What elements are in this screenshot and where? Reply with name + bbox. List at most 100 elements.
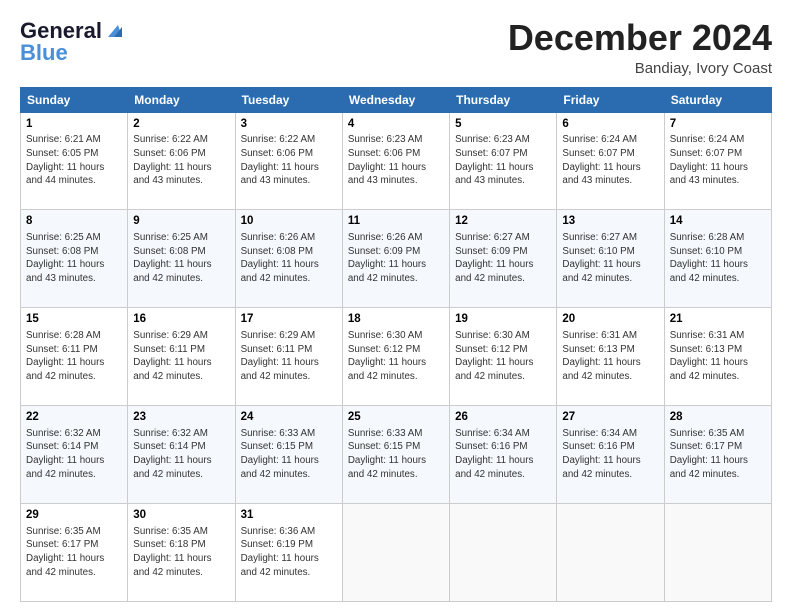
col-header-friday: Friday — [557, 87, 664, 112]
day-number: 7 — [670, 117, 766, 133]
day-info: Sunrise: 6:33 AM Sunset: 6:15 PM Dayligh… — [241, 427, 337, 482]
day-number: 1 — [26, 117, 122, 133]
day-number: 2 — [133, 117, 229, 133]
calendar-cell — [342, 504, 449, 602]
day-number: 25 — [348, 410, 444, 426]
day-info: Sunrise: 6:32 AM Sunset: 6:14 PM Dayligh… — [133, 427, 229, 482]
calendar-cell: 17Sunrise: 6:29 AM Sunset: 6:11 PM Dayli… — [235, 308, 342, 406]
day-number: 26 — [455, 410, 551, 426]
day-info: Sunrise: 6:28 AM Sunset: 6:10 PM Dayligh… — [670, 231, 766, 286]
calendar-cell: 16Sunrise: 6:29 AM Sunset: 6:11 PM Dayli… — [128, 308, 235, 406]
day-info: Sunrise: 6:29 AM Sunset: 6:11 PM Dayligh… — [241, 329, 337, 384]
calendar-cell: 18Sunrise: 6:30 AM Sunset: 6:12 PM Dayli… — [342, 308, 449, 406]
day-info: Sunrise: 6:21 AM Sunset: 6:05 PM Dayligh… — [26, 133, 122, 188]
day-number: 18 — [348, 312, 444, 328]
calendar-cell: 21Sunrise: 6:31 AM Sunset: 6:13 PM Dayli… — [664, 308, 771, 406]
calendar-cell — [450, 504, 557, 602]
col-header-monday: Monday — [128, 87, 235, 112]
day-info: Sunrise: 6:29 AM Sunset: 6:11 PM Dayligh… — [133, 329, 229, 384]
calendar-cell: 26Sunrise: 6:34 AM Sunset: 6:16 PM Dayli… — [450, 406, 557, 504]
day-info: Sunrise: 6:22 AM Sunset: 6:06 PM Dayligh… — [241, 133, 337, 188]
logo-icon — [104, 21, 122, 39]
title-block: December 2024 Bandiay, Ivory Coast — [508, 18, 772, 77]
day-number: 11 — [348, 214, 444, 230]
calendar-cell: 25Sunrise: 6:33 AM Sunset: 6:15 PM Dayli… — [342, 406, 449, 504]
calendar-cell: 8Sunrise: 6:25 AM Sunset: 6:08 PM Daylig… — [21, 210, 128, 308]
calendar-cell: 22Sunrise: 6:32 AM Sunset: 6:14 PM Dayli… — [21, 406, 128, 504]
day-number: 21 — [670, 312, 766, 328]
calendar-cell: 6Sunrise: 6:24 AM Sunset: 6:07 PM Daylig… — [557, 112, 664, 210]
logo: General Blue — [20, 18, 122, 66]
calendar-cell: 13Sunrise: 6:27 AM Sunset: 6:10 PM Dayli… — [557, 210, 664, 308]
day-number: 27 — [562, 410, 658, 426]
day-info: Sunrise: 6:34 AM Sunset: 6:16 PM Dayligh… — [562, 427, 658, 482]
month-title: December 2024 — [508, 18, 772, 58]
calendar-cell — [664, 504, 771, 602]
day-info: Sunrise: 6:35 AM Sunset: 6:17 PM Dayligh… — [670, 427, 766, 482]
calendar-cell: 29Sunrise: 6:35 AM Sunset: 6:17 PM Dayli… — [21, 504, 128, 602]
calendar-week-row: 8Sunrise: 6:25 AM Sunset: 6:08 PM Daylig… — [21, 210, 772, 308]
day-info: Sunrise: 6:35 AM Sunset: 6:18 PM Dayligh… — [133, 525, 229, 580]
day-number: 19 — [455, 312, 551, 328]
calendar-table: SundayMondayTuesdayWednesdayThursdayFrid… — [20, 87, 772, 602]
day-number: 28 — [670, 410, 766, 426]
calendar-cell: 20Sunrise: 6:31 AM Sunset: 6:13 PM Dayli… — [557, 308, 664, 406]
calendar-week-row: 22Sunrise: 6:32 AM Sunset: 6:14 PM Dayli… — [21, 406, 772, 504]
day-info: Sunrise: 6:25 AM Sunset: 6:08 PM Dayligh… — [133, 231, 229, 286]
day-number: 16 — [133, 312, 229, 328]
day-number: 22 — [26, 410, 122, 426]
calendar-cell: 1Sunrise: 6:21 AM Sunset: 6:05 PM Daylig… — [21, 112, 128, 210]
calendar-cell: 2Sunrise: 6:22 AM Sunset: 6:06 PM Daylig… — [128, 112, 235, 210]
day-info: Sunrise: 6:24 AM Sunset: 6:07 PM Dayligh… — [562, 133, 658, 188]
calendar-cell: 10Sunrise: 6:26 AM Sunset: 6:08 PM Dayli… — [235, 210, 342, 308]
logo-text-blue: Blue — [20, 40, 68, 66]
day-info: Sunrise: 6:33 AM Sunset: 6:15 PM Dayligh… — [348, 427, 444, 482]
calendar-cell: 7Sunrise: 6:24 AM Sunset: 6:07 PM Daylig… — [664, 112, 771, 210]
day-info: Sunrise: 6:32 AM Sunset: 6:14 PM Dayligh… — [26, 427, 122, 482]
day-number: 9 — [133, 214, 229, 230]
calendar-cell: 3Sunrise: 6:22 AM Sunset: 6:06 PM Daylig… — [235, 112, 342, 210]
day-info: Sunrise: 6:26 AM Sunset: 6:09 PM Dayligh… — [348, 231, 444, 286]
calendar-cell: 5Sunrise: 6:23 AM Sunset: 6:07 PM Daylig… — [450, 112, 557, 210]
calendar-cell: 24Sunrise: 6:33 AM Sunset: 6:15 PM Dayli… — [235, 406, 342, 504]
col-header-sunday: Sunday — [21, 87, 128, 112]
day-number: 8 — [26, 214, 122, 230]
day-info: Sunrise: 6:24 AM Sunset: 6:07 PM Dayligh… — [670, 133, 766, 188]
day-number: 23 — [133, 410, 229, 426]
day-info: Sunrise: 6:36 AM Sunset: 6:19 PM Dayligh… — [241, 525, 337, 580]
day-info: Sunrise: 6:30 AM Sunset: 6:12 PM Dayligh… — [455, 329, 551, 384]
calendar-week-row: 29Sunrise: 6:35 AM Sunset: 6:17 PM Dayli… — [21, 504, 772, 602]
calendar-week-row: 15Sunrise: 6:28 AM Sunset: 6:11 PM Dayli… — [21, 308, 772, 406]
calendar-cell: 4Sunrise: 6:23 AM Sunset: 6:06 PM Daylig… — [342, 112, 449, 210]
calendar-cell: 31Sunrise: 6:36 AM Sunset: 6:19 PM Dayli… — [235, 504, 342, 602]
day-number: 14 — [670, 214, 766, 230]
day-number: 3 — [241, 117, 337, 133]
location: Bandiay, Ivory Coast — [508, 60, 772, 77]
day-number: 4 — [348, 117, 444, 133]
col-header-tuesday: Tuesday — [235, 87, 342, 112]
calendar-cell: 11Sunrise: 6:26 AM Sunset: 6:09 PM Dayli… — [342, 210, 449, 308]
calendar-cell: 12Sunrise: 6:27 AM Sunset: 6:09 PM Dayli… — [450, 210, 557, 308]
calendar-cell: 28Sunrise: 6:35 AM Sunset: 6:17 PM Dayli… — [664, 406, 771, 504]
day-number: 15 — [26, 312, 122, 328]
calendar-cell: 27Sunrise: 6:34 AM Sunset: 6:16 PM Dayli… — [557, 406, 664, 504]
day-number: 12 — [455, 214, 551, 230]
day-number: 30 — [133, 508, 229, 524]
header: General Blue December 2024 Bandiay, Ivor… — [20, 18, 772, 77]
calendar-cell: 14Sunrise: 6:28 AM Sunset: 6:10 PM Dayli… — [664, 210, 771, 308]
day-number: 29 — [26, 508, 122, 524]
day-info: Sunrise: 6:28 AM Sunset: 6:11 PM Dayligh… — [26, 329, 122, 384]
calendar-cell: 23Sunrise: 6:32 AM Sunset: 6:14 PM Dayli… — [128, 406, 235, 504]
col-header-wednesday: Wednesday — [342, 87, 449, 112]
day-number: 13 — [562, 214, 658, 230]
calendar-cell: 19Sunrise: 6:30 AM Sunset: 6:12 PM Dayli… — [450, 308, 557, 406]
col-header-saturday: Saturday — [664, 87, 771, 112]
day-info: Sunrise: 6:34 AM Sunset: 6:16 PM Dayligh… — [455, 427, 551, 482]
calendar-cell: 30Sunrise: 6:35 AM Sunset: 6:18 PM Dayli… — [128, 504, 235, 602]
day-number: 5 — [455, 117, 551, 133]
day-info: Sunrise: 6:25 AM Sunset: 6:08 PM Dayligh… — [26, 231, 122, 286]
calendar-cell: 15Sunrise: 6:28 AM Sunset: 6:11 PM Dayli… — [21, 308, 128, 406]
day-number: 24 — [241, 410, 337, 426]
calendar-header-row: SundayMondayTuesdayWednesdayThursdayFrid… — [21, 87, 772, 112]
day-info: Sunrise: 6:27 AM Sunset: 6:09 PM Dayligh… — [455, 231, 551, 286]
